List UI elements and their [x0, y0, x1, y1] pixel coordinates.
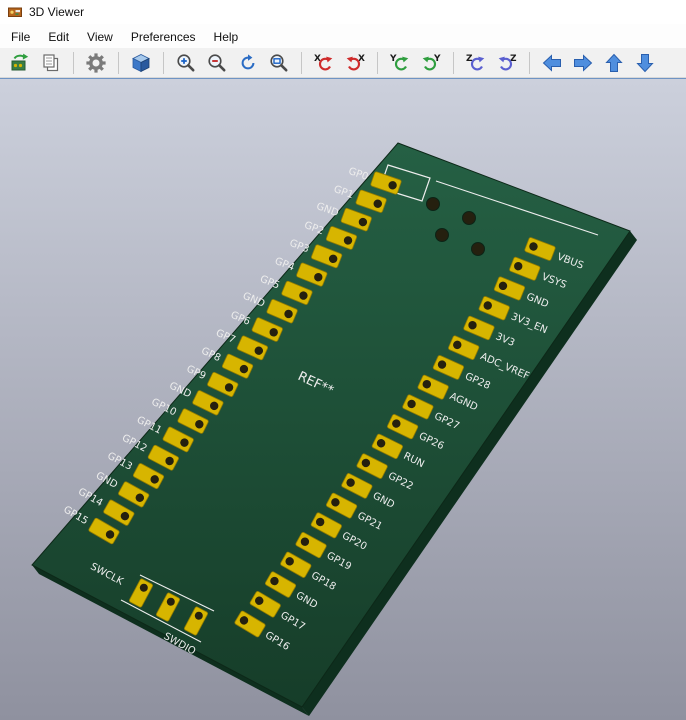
app-icon-graphic — [7, 4, 23, 20]
zoom-in-button[interactable] — [172, 49, 200, 76]
rotate-x-cw-button[interactable]: X — [341, 49, 369, 76]
board-hole — [436, 229, 449, 242]
menubar: File Edit View Preferences Help — [0, 24, 686, 48]
toolbar-separator — [73, 52, 74, 74]
rotate-x-ccw-button[interactable]: X — [310, 49, 338, 76]
board-hole — [427, 198, 440, 211]
toolbar: X X Y Y — [0, 48, 686, 78]
pin-label: GP4 — [273, 256, 296, 274]
rotate-y-cw-button[interactable]: Y — [417, 49, 445, 76]
copy-image-icon — [40, 52, 62, 74]
rotate-y-ccw-button[interactable]: Y — [386, 49, 414, 76]
rotate-x-cw-icon: X — [344, 52, 366, 74]
board-hole — [472, 243, 485, 256]
cube-icon — [130, 52, 152, 74]
rotate-z-ccw-button[interactable]: Z — [462, 49, 490, 76]
pin-label: GP0 — [347, 166, 370, 183]
move-left-button[interactable] — [538, 49, 566, 76]
pin-label: GP5 — [258, 274, 281, 292]
pin-label: GP1 — [332, 184, 355, 201]
menu-help[interactable]: Help — [205, 26, 248, 48]
copy-image-button[interactable] — [37, 49, 65, 76]
rotate-x-ccw-icon: X — [313, 52, 335, 74]
rotate-z-cw-button[interactable]: Z — [493, 49, 521, 76]
rotate-z-cw-icon: Z — [496, 52, 518, 74]
toolbar-separator — [453, 52, 454, 74]
zoom-fit-icon — [268, 52, 290, 74]
render-3d-mode-button[interactable] — [127, 49, 155, 76]
pin-label: GND — [315, 201, 341, 219]
rotate-z-ccw-icon: Z — [465, 52, 487, 74]
pin-label: GND — [241, 291, 267, 310]
render-settings-button[interactable] — [82, 49, 110, 76]
toolbar-separator — [118, 52, 119, 74]
zoom-out-button[interactable] — [203, 49, 231, 76]
menu-file[interactable]: File — [2, 26, 39, 48]
menu-edit[interactable]: Edit — [39, 26, 78, 48]
redraw-icon — [237, 52, 259, 74]
reload-board-button[interactable] — [6, 49, 34, 76]
board-hole — [463, 212, 476, 225]
arrow-up-icon — [603, 52, 625, 74]
toolbar-separator — [529, 52, 530, 74]
zoom-to-fit-button[interactable] — [265, 49, 293, 76]
window-title: 3D Viewer — [29, 5, 84, 19]
toolbar-separator — [301, 52, 302, 74]
3d-viewport[interactable]: GP0GP1GNDGP2GP3GP4GP5GNDGP6GP7GP8GP9GNDG… — [0, 78, 686, 720]
redraw-view-button[interactable] — [234, 49, 262, 76]
menu-view[interactable]: View — [78, 26, 122, 48]
zoom-in-icon — [175, 52, 197, 74]
toolbar-separator — [377, 52, 378, 74]
pcb-3d-render: GP0GP1GNDGP2GP3GP4GP5GNDGP6GP7GP8GP9GNDG… — [0, 79, 686, 720]
pin-label: GP3 — [288, 238, 311, 256]
gear-icon — [85, 52, 107, 74]
move-right-button[interactable] — [569, 49, 597, 76]
3d-viewer-window: 3D Viewer File Edit View Preferences Hel… — [0, 0, 686, 720]
menu-preferences[interactable]: Preferences — [122, 26, 205, 48]
move-up-button[interactable] — [600, 49, 628, 76]
zoom-out-icon — [206, 52, 228, 74]
toolbar-separator — [163, 52, 164, 74]
move-down-button[interactable] — [631, 49, 659, 76]
rotate-y-cw-icon: Y — [420, 52, 442, 74]
reload-board-icon — [9, 52, 31, 74]
arrow-down-icon — [634, 52, 656, 74]
rotate-y-ccw-icon: Y — [389, 52, 411, 74]
arrow-left-icon — [541, 52, 563, 74]
app-icon — [7, 4, 23, 20]
pin-label: GP2 — [303, 220, 326, 237]
titlebar: 3D Viewer — [0, 0, 686, 24]
pcb-board: GP0GP1GNDGP2GP3GP4GP5GNDGP6GP7GP8GP9GNDG… — [32, 143, 637, 716]
arrow-right-icon — [572, 52, 594, 74]
